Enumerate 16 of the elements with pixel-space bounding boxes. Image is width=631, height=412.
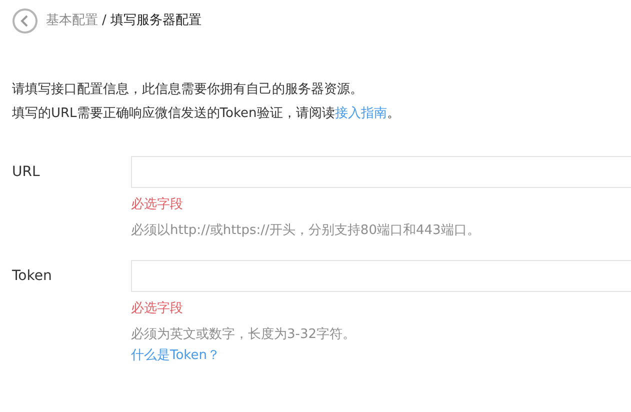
guide-link[interactable]: 接入指南 bbox=[334, 106, 387, 121]
text-input[interactable] bbox=[131, 156, 631, 188]
help-link[interactable]: 什么是Token？ bbox=[131, 348, 220, 363]
error-message: 必选字段 bbox=[131, 301, 183, 316]
error-message: 必选字段 bbox=[131, 197, 183, 212]
breadcrumb-current: 填写服务器配置 bbox=[110, 12, 202, 30]
hint-text: 必须为英文或数字，长度为3-32字符。 bbox=[131, 327, 356, 342]
field-label: Token bbox=[12, 268, 52, 284]
hint-text: 必须以http://或https://开头，分别支持80端口和443端口。 bbox=[131, 223, 480, 238]
intro-text: 填写的URL需要正确响应微信发送的Token验证，请阅读接入指南。 bbox=[12, 105, 401, 123]
intro-text: 请填写接口配置信息，此信息需要你拥有自己的服务器资源。 bbox=[12, 81, 364, 99]
breadcrumb-link[interactable]: 基本配置 bbox=[46, 11, 98, 31]
back-icon[interactable] bbox=[12, 8, 38, 34]
text-input[interactable] bbox=[131, 260, 631, 292]
field-label: URL bbox=[12, 164, 40, 180]
breadcrumb-separator: / bbox=[102, 12, 106, 30]
